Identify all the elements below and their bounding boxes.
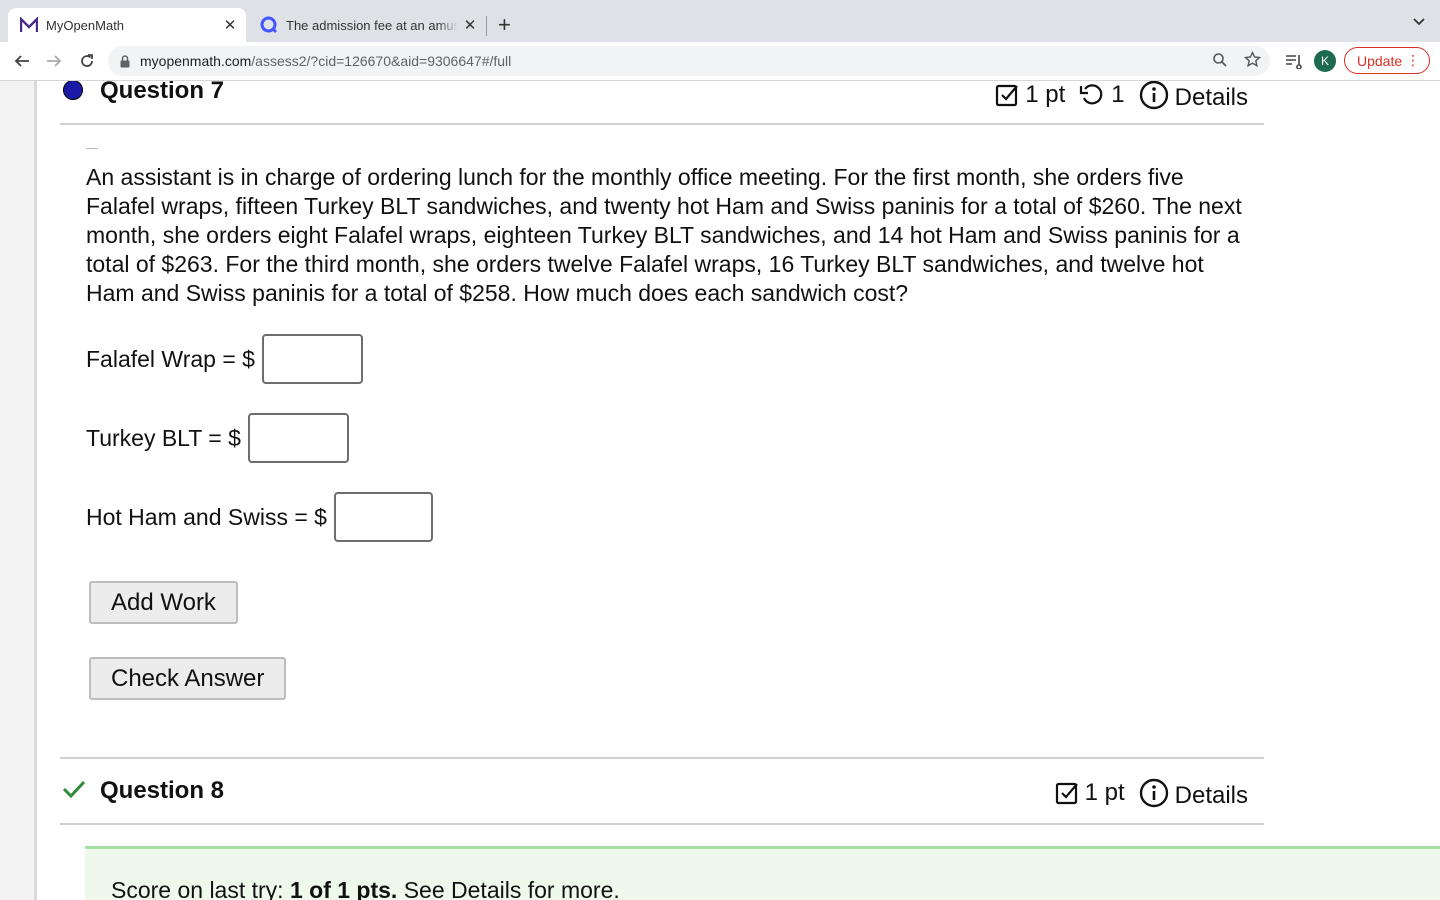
score-suffix: See Details for more. (397, 877, 620, 900)
checkbox-icon (995, 83, 1019, 107)
reading-list-icon[interactable] (1282, 50, 1306, 72)
question-8-header[interactable]: Question 8 1 pt Details (60, 757, 1264, 825)
zoom-icon[interactable] (1212, 52, 1228, 73)
points-group: 1 pt (995, 81, 1065, 109)
left-sidebar-gutter (0, 81, 37, 900)
close-tab-icon[interactable]: ✕ (458, 16, 482, 34)
reload-icon[interactable] (75, 50, 99, 72)
retry-icon (1079, 83, 1105, 107)
assessment-page: Question 7 1 pt 1 Details An assistant i… (0, 81, 1440, 900)
question-7-text: An assistant is in charge of ordering lu… (86, 164, 1242, 306)
myopenmath-m-icon (20, 17, 38, 33)
url-domain: myopenmath.com (140, 53, 252, 69)
score-feedback-box: Score on last try: 1 of 1 pts. See Detai… (85, 846, 1440, 900)
tab-myopenmath[interactable]: MyOpenMath ✕ (8, 8, 246, 42)
points-label: 1 pt (1025, 81, 1066, 108)
question-8-meta: 1 pt Details (1041, 776, 1248, 810)
update-button[interactable]: Update ⋮ (1344, 47, 1430, 74)
url-path: /assess2/?cid=126670&aid=9306647#/full (251, 53, 512, 69)
tab-search-chevron-icon[interactable] (1412, 14, 1426, 32)
answer-row-ham-swiss: Hot Ham and Swiss = $ (86, 492, 433, 542)
question-7-header[interactable]: Question 7 1 pt 1 Details (60, 81, 1264, 125)
tab-title: The admission fee at an amuse (286, 17, 458, 33)
divider (86, 148, 98, 149)
details-toggle[interactable]: Details (1139, 81, 1248, 112)
question-8-title: Question 8 (100, 777, 225, 804)
address-bar[interactable]: myopenmath.com/assess2/?cid=126670&aid=9… (108, 46, 1270, 76)
info-icon (1139, 81, 1169, 110)
back-arrow-icon[interactable] (10, 50, 34, 72)
add-work-button[interactable]: Add Work (89, 581, 238, 624)
tab-admission-fee[interactable]: The admission fee at an amuse ✕ (250, 8, 486, 42)
score-prefix: Score on last try: (111, 877, 290, 900)
update-label: Update (1357, 52, 1403, 69)
falafel-label: Falafel Wrap = $ (86, 345, 255, 372)
question-7-meta: 1 pt 1 Details (981, 81, 1248, 112)
profile-avatar[interactable]: K (1314, 50, 1336, 72)
retries-group: 1 (1079, 81, 1125, 109)
tab-strip: MyOpenMath ✕ The admission fee at an amu… (0, 0, 1440, 42)
checkbox-icon (1055, 781, 1079, 805)
answer-row-turkey-blt: Turkey BLT = $ (86, 413, 349, 463)
info-icon (1139, 778, 1169, 808)
ham-swiss-label: Hot Ham and Swiss = $ (86, 503, 327, 530)
correct-checkmark-icon (62, 779, 86, 804)
tab-separator (486, 16, 487, 36)
details-label: Details (1174, 84, 1248, 111)
score-message: Score on last try: 1 of 1 pts. See Detai… (111, 877, 620, 900)
forward-arrow-icon[interactable] (42, 50, 66, 72)
browser-toolbar: myopenmath.com/assess2/?cid=126670&aid=9… (0, 42, 1440, 81)
unanswered-status-dot-icon (63, 81, 83, 100)
bookmark-star-icon[interactable] (1243, 50, 1262, 73)
question-7-title: Question 7 (100, 81, 225, 104)
more-menu-icon[interactable]: ⋮ (1406, 51, 1420, 69)
turkey-blt-label: Turkey BLT = $ (86, 424, 241, 451)
ham-swiss-price-input[interactable] (333, 492, 433, 542)
check-answer-button[interactable]: Check Answer (89, 657, 287, 700)
points-group: 1 pt (1055, 779, 1125, 807)
retries-count: 1 (1111, 81, 1125, 108)
details-label: Details (1174, 782, 1248, 809)
score-value: 1 of 1 pts. (289, 877, 398, 900)
points-label: 1 pt (1084, 779, 1125, 806)
new-tab-button[interactable]: + (498, 12, 511, 38)
lock-icon (120, 54, 130, 68)
falafel-price-input[interactable] (261, 334, 363, 384)
tab-title: MyOpenMath (46, 17, 125, 33)
turkey-blt-price-input[interactable] (247, 413, 349, 463)
answer-row-falafel: Falafel Wrap = $ (86, 334, 363, 384)
close-tab-icon[interactable]: ✕ (218, 16, 242, 34)
quizlet-q-icon (260, 16, 278, 34)
details-toggle[interactable]: Details (1139, 776, 1248, 810)
